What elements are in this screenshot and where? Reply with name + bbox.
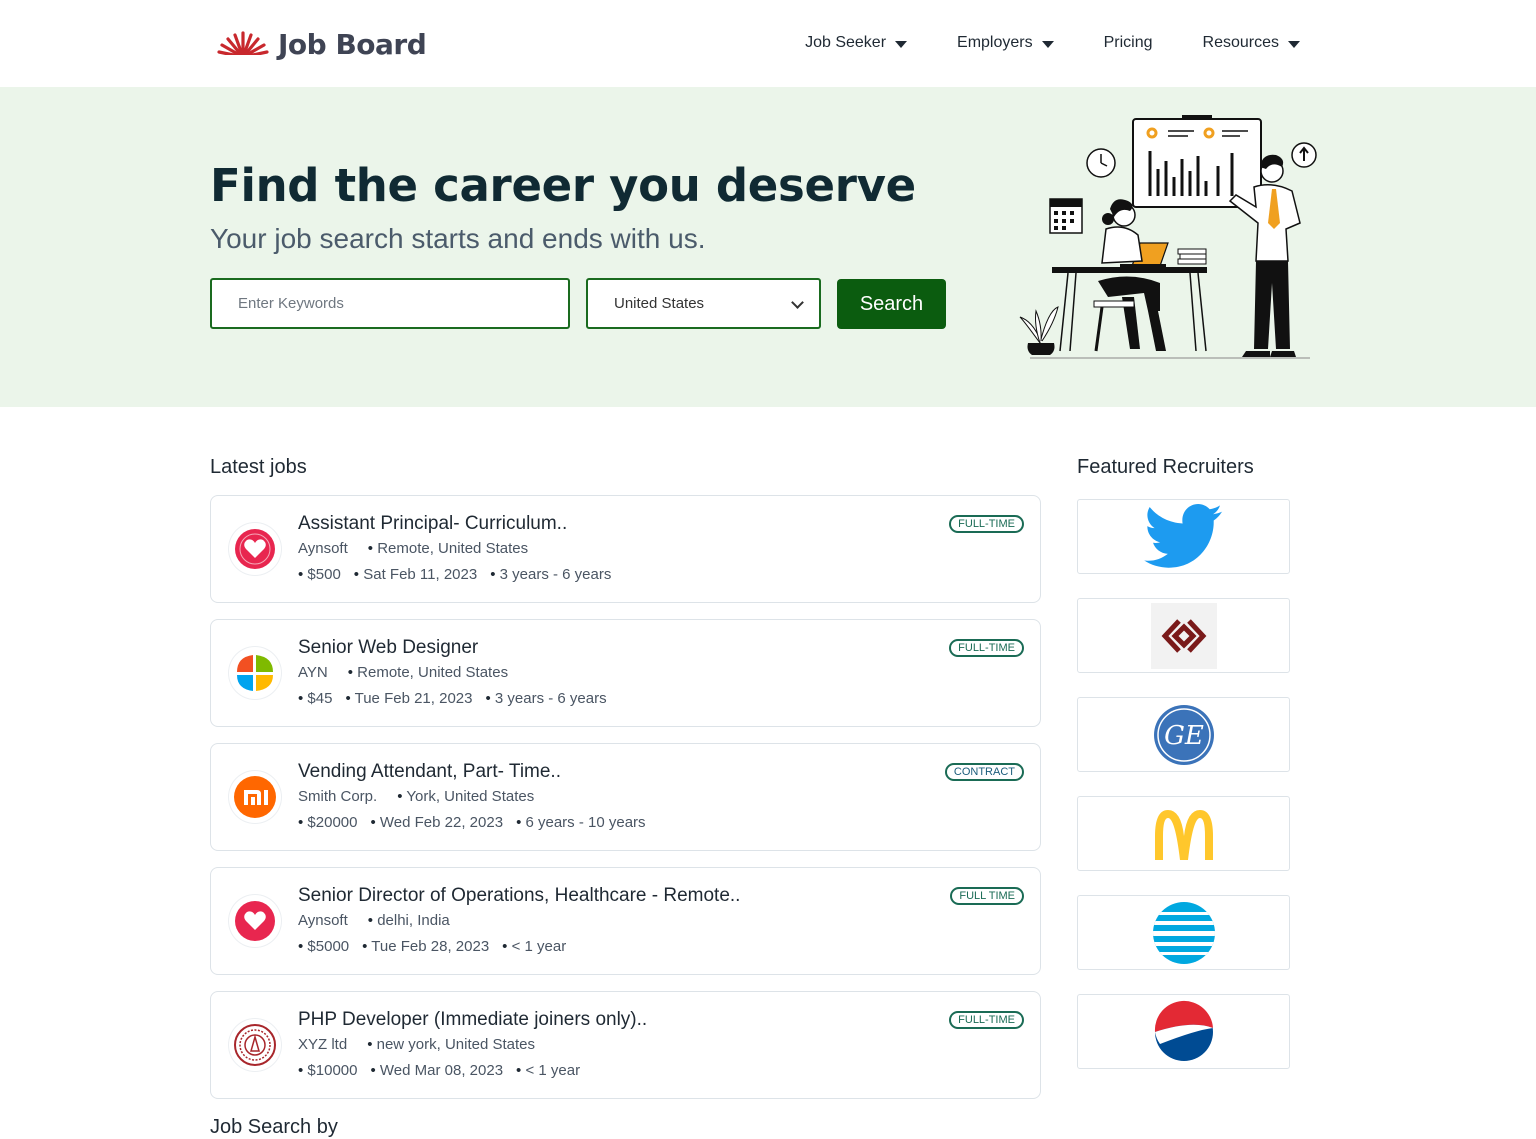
job-company: Aynsoft — [298, 540, 348, 557]
nav-label: Resources — [1202, 34, 1279, 51]
job-salary: $500 — [298, 566, 340, 583]
recruiter-card-ge[interactable]: GE — [1077, 697, 1290, 772]
nav-pricing[interactable]: Pricing — [1104, 34, 1153, 52]
job-experience: 3 years - 6 years — [485, 690, 607, 707]
job-experience: < 1 year — [502, 938, 567, 955]
pepsi-globe-icon — [1154, 1000, 1213, 1061]
job-date: Tue Feb 21, 2023 — [345, 690, 473, 707]
job-company: AYN — [298, 664, 328, 681]
job-location: York, United States — [397, 788, 534, 805]
heart-logo-icon — [229, 895, 281, 947]
job-title[interactable]: Vending Attendant, Part- Time.. — [298, 761, 561, 783]
recruiter-card-twitter[interactable] — [1077, 499, 1290, 574]
twitter-bird-icon — [1143, 503, 1222, 568]
job-salary: $10000 — [298, 1062, 357, 1079]
recruiter-card-pepsi[interactable] — [1077, 994, 1290, 1069]
job-company: XYZ ltd — [298, 1036, 348, 1053]
ge-logo-icon: GE — [1153, 704, 1214, 765]
seal-logo-icon — [229, 1019, 281, 1071]
job-company-location: AYN Remote, United States — [298, 664, 508, 681]
recruiter-card-mcdonalds[interactable] — [1077, 796, 1290, 871]
job-company-location: Aynsoft Remote, United States — [298, 540, 528, 557]
job-company: Aynsoft — [298, 912, 348, 929]
job-meta: $500 Sat Feb 11, 2023 3 years - 6 years — [298, 566, 611, 583]
hero-title: Find the career you deserve — [210, 159, 916, 212]
job-card[interactable]: Vending Attendant, Part- Time.. Smith Co… — [210, 743, 1041, 851]
main-nav: Job Seeker Employers Pricing Resources — [805, 34, 1300, 52]
nav-label: Pricing — [1103, 34, 1153, 51]
job-location: new york, United States — [367, 1036, 535, 1053]
sunrise-logo-icon — [216, 30, 270, 60]
job-date: Wed Mar 08, 2023 — [370, 1062, 503, 1079]
job-date: Sat Feb 11, 2023 — [354, 566, 477, 583]
latest-jobs-title: Latest jobs — [210, 456, 307, 478]
job-title[interactable]: PHP Developer (Immediate joiners only).. — [298, 1009, 647, 1031]
nav-resources[interactable]: Resources — [1203, 34, 1300, 52]
office-illustration — [1019, 115, 1317, 359]
job-location: delhi, India — [368, 912, 450, 929]
job-search-by-title: Job Search by — [210, 1116, 338, 1138]
nav-job-seeker[interactable]: Job Seeker — [805, 34, 908, 52]
job-title[interactable]: Assistant Principal- Curriculum.. — [298, 513, 567, 535]
windows-logo-icon — [229, 647, 281, 699]
featured-recruiters-title: Featured Recruiters — [1077, 456, 1254, 478]
site-logo[interactable]: Job Board — [216, 28, 427, 61]
mcdonalds-arches-icon — [1154, 809, 1213, 860]
country-selected-value: United States — [614, 295, 705, 312]
job-title[interactable]: Senior Web Designer — [298, 637, 478, 659]
job-salary: $20000 — [298, 814, 357, 831]
job-salary: $45 — [298, 690, 332, 707]
job-type-badge: FULL-TIME — [949, 1011, 1024, 1029]
job-meta: $5000 Tue Feb 28, 2023 < 1 year — [298, 938, 566, 955]
job-experience: 3 years - 6 years — [490, 566, 612, 583]
job-experience: 6 years - 10 years — [516, 814, 645, 831]
att-globe-icon — [1152, 901, 1215, 964]
job-type-badge: FULL-TIME — [949, 639, 1024, 657]
caret-down-icon — [1041, 40, 1054, 48]
diamond-chain-logo-icon — [1150, 602, 1217, 669]
job-card[interactable]: Assistant Principal- Curriculum.. Aynsof… — [210, 495, 1041, 603]
job-type-badge: FULL-TIME — [949, 515, 1024, 533]
job-experience: < 1 year — [516, 1062, 580, 1079]
job-company: Smith Corp. — [298, 788, 378, 805]
site-header: Job Board Job Seeker Employers Pricing R… — [0, 0, 1536, 87]
job-company-location: Aynsoft delhi, India — [298, 912, 450, 929]
job-location: Remote, United States — [348, 664, 508, 681]
job-company-location: XYZ ltd new york, United States — [298, 1036, 535, 1053]
job-card[interactable]: Senior Director of Operations, Healthcar… — [210, 867, 1041, 975]
caret-down-icon — [1288, 40, 1300, 48]
job-date: Tue Feb 28, 2023 — [362, 938, 489, 955]
hero-section: Find the career you deserve Your job sea… — [0, 87, 1536, 407]
job-type-badge: FULL TIME — [950, 887, 1024, 905]
job-type-badge: CONTRACT — [944, 763, 1024, 781]
job-meta: $10000 Wed Mar 08, 2023 < 1 year — [298, 1062, 580, 1079]
job-company-location: Smith Corp. York, United States — [298, 788, 534, 805]
job-location: Remote, United States — [368, 540, 528, 557]
job-card[interactable]: Senior Web Designer AYN Remote, United S… — [210, 619, 1041, 727]
mi-logo-icon — [229, 771, 281, 823]
keywords-input[interactable] — [210, 278, 570, 329]
nav-label: Employers — [957, 34, 1033, 51]
job-meta: $20000 Wed Feb 22, 2023 6 years - 10 yea… — [298, 814, 645, 831]
job-meta: $45 Tue Feb 21, 2023 3 years - 6 years — [298, 690, 607, 707]
hero-subtitle: Your job search starts and ends with us. — [210, 223, 706, 254]
search-button[interactable]: Search — [837, 279, 946, 329]
country-select[interactable]: United States — [586, 278, 821, 329]
chevron-down-icon — [791, 296, 804, 309]
logo-text: Job Board — [278, 28, 427, 61]
job-title[interactable]: Senior Director of Operations, Healthcar… — [298, 885, 740, 907]
recruiter-card-chain[interactable] — [1077, 598, 1290, 673]
job-card[interactable]: PHP Developer (Immediate joiners only)..… — [210, 991, 1041, 1099]
caret-down-icon — [895, 40, 908, 48]
job-salary: $5000 — [298, 938, 349, 955]
nav-employers[interactable]: Employers — [957, 34, 1054, 52]
heart-logo-icon — [229, 523, 281, 575]
recruiter-card-att[interactable] — [1077, 895, 1290, 970]
svg-text:GE: GE — [1164, 721, 1204, 751]
job-date: Wed Feb 22, 2023 — [370, 814, 503, 831]
nav-label: Job Seeker — [805, 34, 887, 51]
